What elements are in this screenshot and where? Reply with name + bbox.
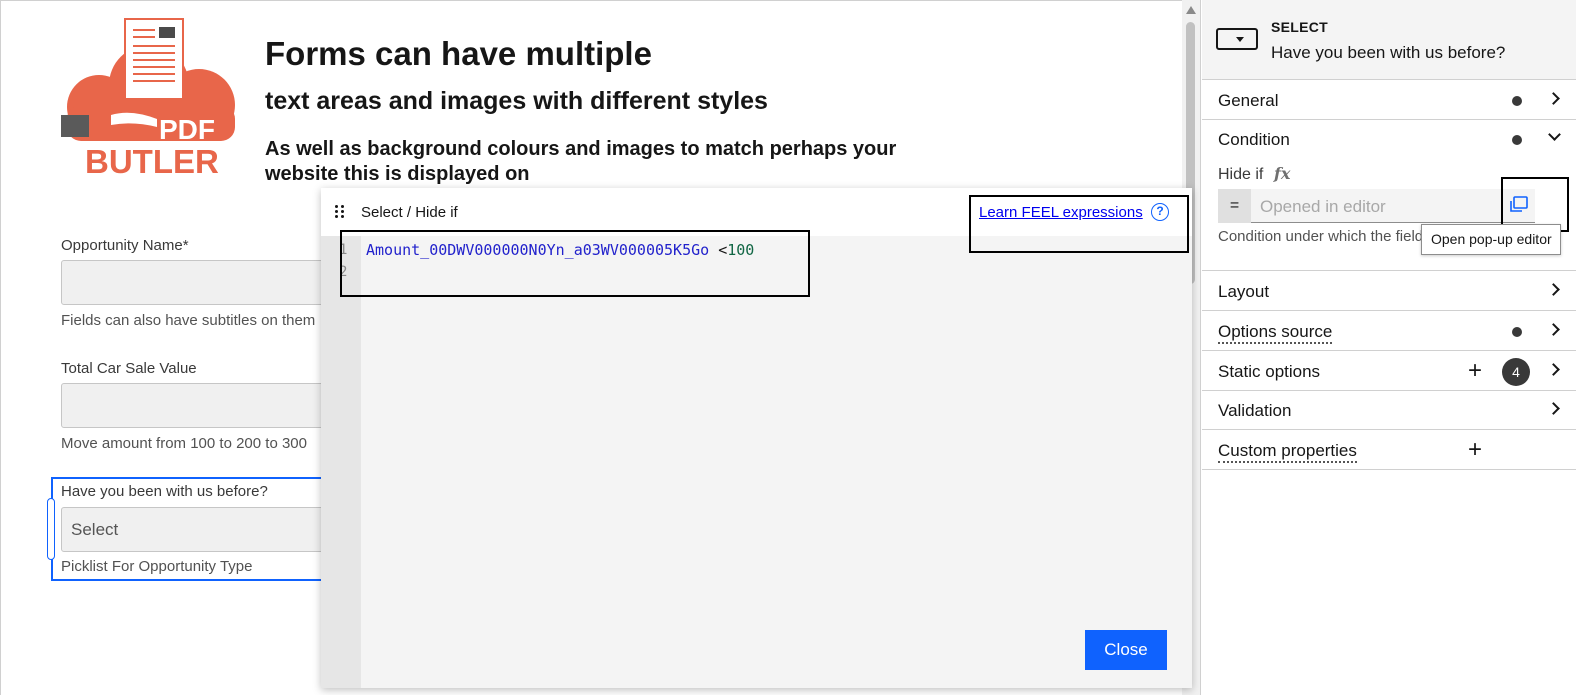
pdf-butler-logo: PDF BUTLER xyxy=(61,18,235,177)
been-with-us-label: Have you been with us before? xyxy=(61,483,268,500)
popup-title: Select / Hide if xyxy=(361,204,458,221)
logo-text-pdf: PDF xyxy=(159,114,215,145)
fx-icon: fx xyxy=(1274,164,1291,183)
been-with-us-select-value: Select xyxy=(71,520,119,539)
total-car-sale-description: Move amount from 100 to 200 to 300 xyxy=(61,435,307,452)
chevron-right-icon xyxy=(1547,283,1560,296)
static-options-count-badge: 4 xyxy=(1502,358,1530,386)
opportunity-name-input[interactable] xyxy=(61,260,331,305)
open-popup-editor-button[interactable] xyxy=(1502,189,1536,223)
chevron-right-icon xyxy=(1547,323,1560,336)
group-general[interactable]: General xyxy=(1202,81,1576,120)
group-custom-properties-label: Custom properties xyxy=(1218,441,1357,463)
logo-text-butler: BUTLER xyxy=(85,143,219,177)
chevron-right-icon xyxy=(1547,92,1560,105)
code-variable: Amount_00DWV000000N0Yn_a03WV000005K5Go xyxy=(366,241,710,259)
has-value-dot-icon xyxy=(1512,135,1522,145)
line-number: 1 xyxy=(339,242,348,258)
code-operator: < xyxy=(709,241,728,259)
add-static-option-icon[interactable]: + xyxy=(1468,359,1482,383)
question-circle-icon[interactable]: ? xyxy=(1151,203,1169,221)
has-value-dot-icon xyxy=(1512,96,1522,106)
condition-description: Condition under which the field is hidde… xyxy=(1218,228,1438,245)
drag-grip-icon[interactable] xyxy=(335,205,347,219)
close-button[interactable]: Close xyxy=(1085,630,1167,670)
hide-if-feel-input[interactable]: = Opened in editor xyxy=(1218,189,1535,223)
panel-header: SELECT Have you been with us before? xyxy=(1202,0,1576,80)
element-label: Have you been with us before? xyxy=(1271,43,1506,62)
group-custom-properties[interactable]: Custom properties + xyxy=(1202,431,1576,470)
group-options-source[interactable]: Options source xyxy=(1202,312,1576,351)
form-intro-text: As well as background colours and images… xyxy=(265,138,897,185)
chevron-right-icon xyxy=(1547,363,1560,376)
feel-code-editor[interactable]: Amount_00DWV000000N0Yn_a03WV000005K5Go <… xyxy=(366,241,754,259)
group-general-label: General xyxy=(1218,91,1279,110)
popup-window-icon xyxy=(1510,196,1528,212)
field-resize-handle[interactable] xyxy=(47,498,55,560)
group-options-source-label: Options source xyxy=(1218,322,1333,344)
hide-if-label: Hide if xyxy=(1218,166,1264,183)
opportunity-name-description: Fields can also have subtitles on them xyxy=(61,312,316,329)
properties-panel: SELECT Have you been with us before? Gen… xyxy=(1200,0,1576,695)
code-number: 100 xyxy=(727,241,755,259)
group-layout-label: Layout xyxy=(1218,282,1270,301)
group-validation[interactable]: Validation xyxy=(1202,391,1576,430)
scroll-up-arrow-icon[interactable] xyxy=(1186,6,1196,14)
equals-icon: = xyxy=(1218,189,1251,223)
group-layout[interactable]: Layout xyxy=(1202,272,1576,311)
chevron-down-icon xyxy=(1548,128,1561,141)
select-field-icon xyxy=(1216,28,1258,50)
has-value-dot-icon xyxy=(1512,327,1522,337)
group-static-options[interactable]: Static options + 4 xyxy=(1202,352,1576,391)
feel-editor-popup: Select / Hide if Learn FEEL expressions … xyxy=(321,188,1192,688)
hide-if-placeholder: Opened in editor xyxy=(1260,197,1386,216)
been-with-us-description: Picklist For Opportunity Type xyxy=(61,558,253,575)
group-condition[interactable]: Condition xyxy=(1202,120,1576,159)
opportunity-name-label: Opportunity Name* xyxy=(61,237,189,254)
form-heading: Forms can have multiple xyxy=(265,35,652,72)
add-custom-property-icon[interactable]: + xyxy=(1468,438,1482,462)
total-car-sale-input[interactable] xyxy=(61,383,331,428)
editor-gutter: 1 2 xyxy=(321,236,361,688)
form-subheading: text areas and images with different sty… xyxy=(265,87,768,115)
line-number: 2 xyxy=(339,264,348,280)
group-condition-label: Condition xyxy=(1218,130,1290,149)
total-car-sale-label: Total Car Sale Value xyxy=(61,360,197,377)
group-validation-label: Validation xyxy=(1218,401,1292,420)
element-type: SELECT xyxy=(1271,19,1329,35)
chevron-right-icon xyxy=(1547,402,1560,415)
popup-header: Select / Hide if Learn FEEL expressions … xyxy=(321,188,1192,236)
group-static-options-label: Static options xyxy=(1218,362,1321,381)
open-popup-editor-tooltip: Open pop-up editor xyxy=(1421,224,1561,255)
learn-feel-link[interactable]: Learn FEEL expressions xyxy=(979,204,1143,221)
